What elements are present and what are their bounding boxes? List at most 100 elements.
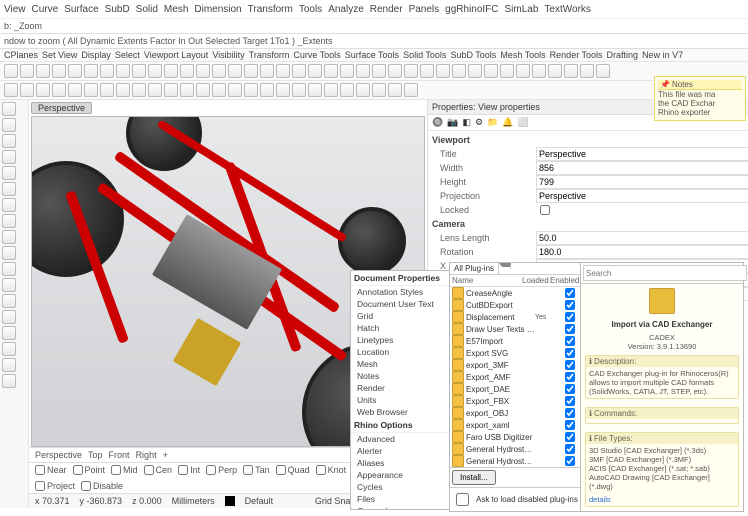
install-button[interactable]: Install... [452, 470, 496, 485]
tool-icon[interactable] [2, 358, 16, 372]
viewport-tab-top[interactable]: Top [88, 450, 103, 460]
toolbar-icon[interactable] [148, 64, 162, 78]
options-tree-item[interactable]: Document User Text [351, 298, 449, 310]
menu-panels[interactable]: Panels [409, 4, 440, 15]
toolbar-icon[interactable] [68, 64, 82, 78]
plugin-search-input[interactable] [583, 265, 747, 281]
toolbar-icon[interactable] [404, 83, 418, 97]
plugin-enabled-checkbox[interactable] [565, 432, 575, 442]
toolbar-icon[interactable] [132, 64, 146, 78]
menu-subd[interactable]: SubD [105, 4, 130, 15]
osnap-knot[interactable] [316, 465, 326, 475]
toolbar-icons-1[interactable] [0, 62, 748, 81]
plugin-enabled-checkbox[interactable] [565, 396, 575, 406]
options-tree-item[interactable]: Grid [351, 310, 449, 322]
toolbar-icon[interactable] [52, 83, 66, 97]
toolbar-icon[interactable] [388, 83, 402, 97]
menu-ggrhinoifc[interactable]: ggRhinoIFC [445, 4, 498, 15]
prop-value-input[interactable] [536, 147, 748, 161]
properties-tab-icon[interactable]: 🔔 [502, 117, 513, 128]
tool-icon[interactable] [2, 374, 16, 388]
toolbar-icon[interactable] [276, 83, 290, 97]
plugin-enabled-checkbox[interactable] [565, 348, 575, 358]
toolbar-tab[interactable]: Mesh Tools [500, 50, 545, 60]
options-tree-item[interactable]: General [351, 505, 449, 510]
details-link[interactable]: details [589, 495, 611, 504]
toolbar-icon[interactable] [36, 64, 50, 78]
toolbar-icon[interactable] [148, 83, 162, 97]
tool-icon[interactable] [2, 294, 16, 308]
toolbar-icon[interactable] [180, 64, 194, 78]
options-tree-item[interactable]: Notes [351, 370, 449, 382]
plugin-row[interactable]: export_OBJ [450, 407, 580, 419]
toolbar-icon[interactable] [484, 64, 498, 78]
toolbar-icon[interactable] [260, 83, 274, 97]
toolbar-icon[interactable] [436, 64, 450, 78]
toolbar-icon[interactable] [36, 83, 50, 97]
properties-tab-icon[interactable]: ⚙ [475, 117, 483, 128]
toolbar-icon[interactable] [324, 83, 338, 97]
toolbar-icon[interactable] [116, 64, 130, 78]
plugin-row[interactable]: export_xaml [450, 419, 580, 431]
toolbar-icon[interactable] [404, 64, 418, 78]
tool-icon[interactable] [2, 310, 16, 324]
command-prompt[interactable]: ndow to zoom ( All Dynamic Extents Facto… [0, 34, 748, 49]
tool-icon[interactable] [2, 134, 16, 148]
toolbar-tab[interactable]: SubD Tools [450, 50, 496, 60]
plugin-filter-tab[interactable]: All Plug-ins [450, 263, 499, 274]
toolbar-tab[interactable]: Render Tools [550, 50, 603, 60]
toolbar-icon[interactable] [100, 83, 114, 97]
prop-value-input[interactable] [536, 231, 748, 245]
plugin-row[interactable]: Faro USB Digitizer [450, 431, 580, 443]
tool-icon[interactable] [2, 230, 16, 244]
tool-icon[interactable] [2, 198, 16, 212]
toolbar-icon[interactable] [532, 64, 546, 78]
toolbar-icon[interactable] [84, 64, 98, 78]
toolbar-icon[interactable] [196, 83, 210, 97]
osnap-project[interactable] [35, 481, 45, 491]
menu-mesh[interactable]: Mesh [164, 4, 188, 15]
osnap-mid[interactable] [111, 465, 121, 475]
plugin-row[interactable]: Export_AMF [450, 371, 580, 383]
tool-icon[interactable] [2, 150, 16, 164]
toolbar-tab[interactable]: Solid Tools [403, 50, 446, 60]
options-tree-item[interactable]: Render [351, 382, 449, 394]
tool-icon[interactable] [2, 102, 16, 116]
tool-icon[interactable] [2, 326, 16, 340]
toolbar-icon[interactable] [212, 64, 226, 78]
plugin-enabled-checkbox[interactable] [565, 372, 575, 382]
options-tree-item[interactable]: Location [351, 346, 449, 358]
menu-curve[interactable]: Curve [32, 4, 59, 15]
toolbar-icon[interactable] [420, 64, 434, 78]
plugin-enabled-checkbox[interactable] [565, 300, 575, 310]
toolbar-icon[interactable] [68, 83, 82, 97]
toolbar-icon[interactable] [244, 83, 258, 97]
plugin-enabled-checkbox[interactable] [565, 456, 575, 466]
options-tree-item[interactable]: Web Browser [351, 406, 449, 418]
plugin-enabled-checkbox[interactable] [565, 288, 575, 298]
tool-icon[interactable] [2, 182, 16, 196]
toolbar-icon[interactable] [452, 64, 466, 78]
viewport-tab-front[interactable]: Front [109, 450, 130, 460]
options-tree-item[interactable]: Files [351, 493, 449, 505]
toolbar-icon[interactable] [564, 64, 578, 78]
osnap-near[interactable] [35, 465, 45, 475]
plugin-enabled-checkbox[interactable] [565, 336, 575, 346]
tool-icon[interactable] [2, 262, 16, 276]
toolbar-icon[interactable] [20, 83, 34, 97]
plugin-row[interactable]: CutBDExport [450, 299, 580, 311]
viewport-tab[interactable]: Perspective [31, 102, 92, 114]
toolbar-tab[interactable]: CPlanes [4, 50, 38, 60]
toolbar-icon[interactable] [196, 64, 210, 78]
plugin-enabled-checkbox[interactable] [565, 408, 575, 418]
toolbar-icon[interactable] [340, 83, 354, 97]
options-tree-item[interactable]: Hatch [351, 322, 449, 334]
options-tree-item[interactable]: Cycles [351, 481, 449, 493]
toolbar-icon[interactable] [388, 64, 402, 78]
options-tree-item[interactable]: Units [351, 394, 449, 406]
prop-value-input[interactable] [536, 161, 748, 175]
toolbar-icon[interactable] [212, 83, 226, 97]
options-tree-item[interactable]: Alerter [351, 445, 449, 457]
tool-icon[interactable] [2, 278, 16, 292]
toolbar-icon[interactable] [356, 64, 370, 78]
